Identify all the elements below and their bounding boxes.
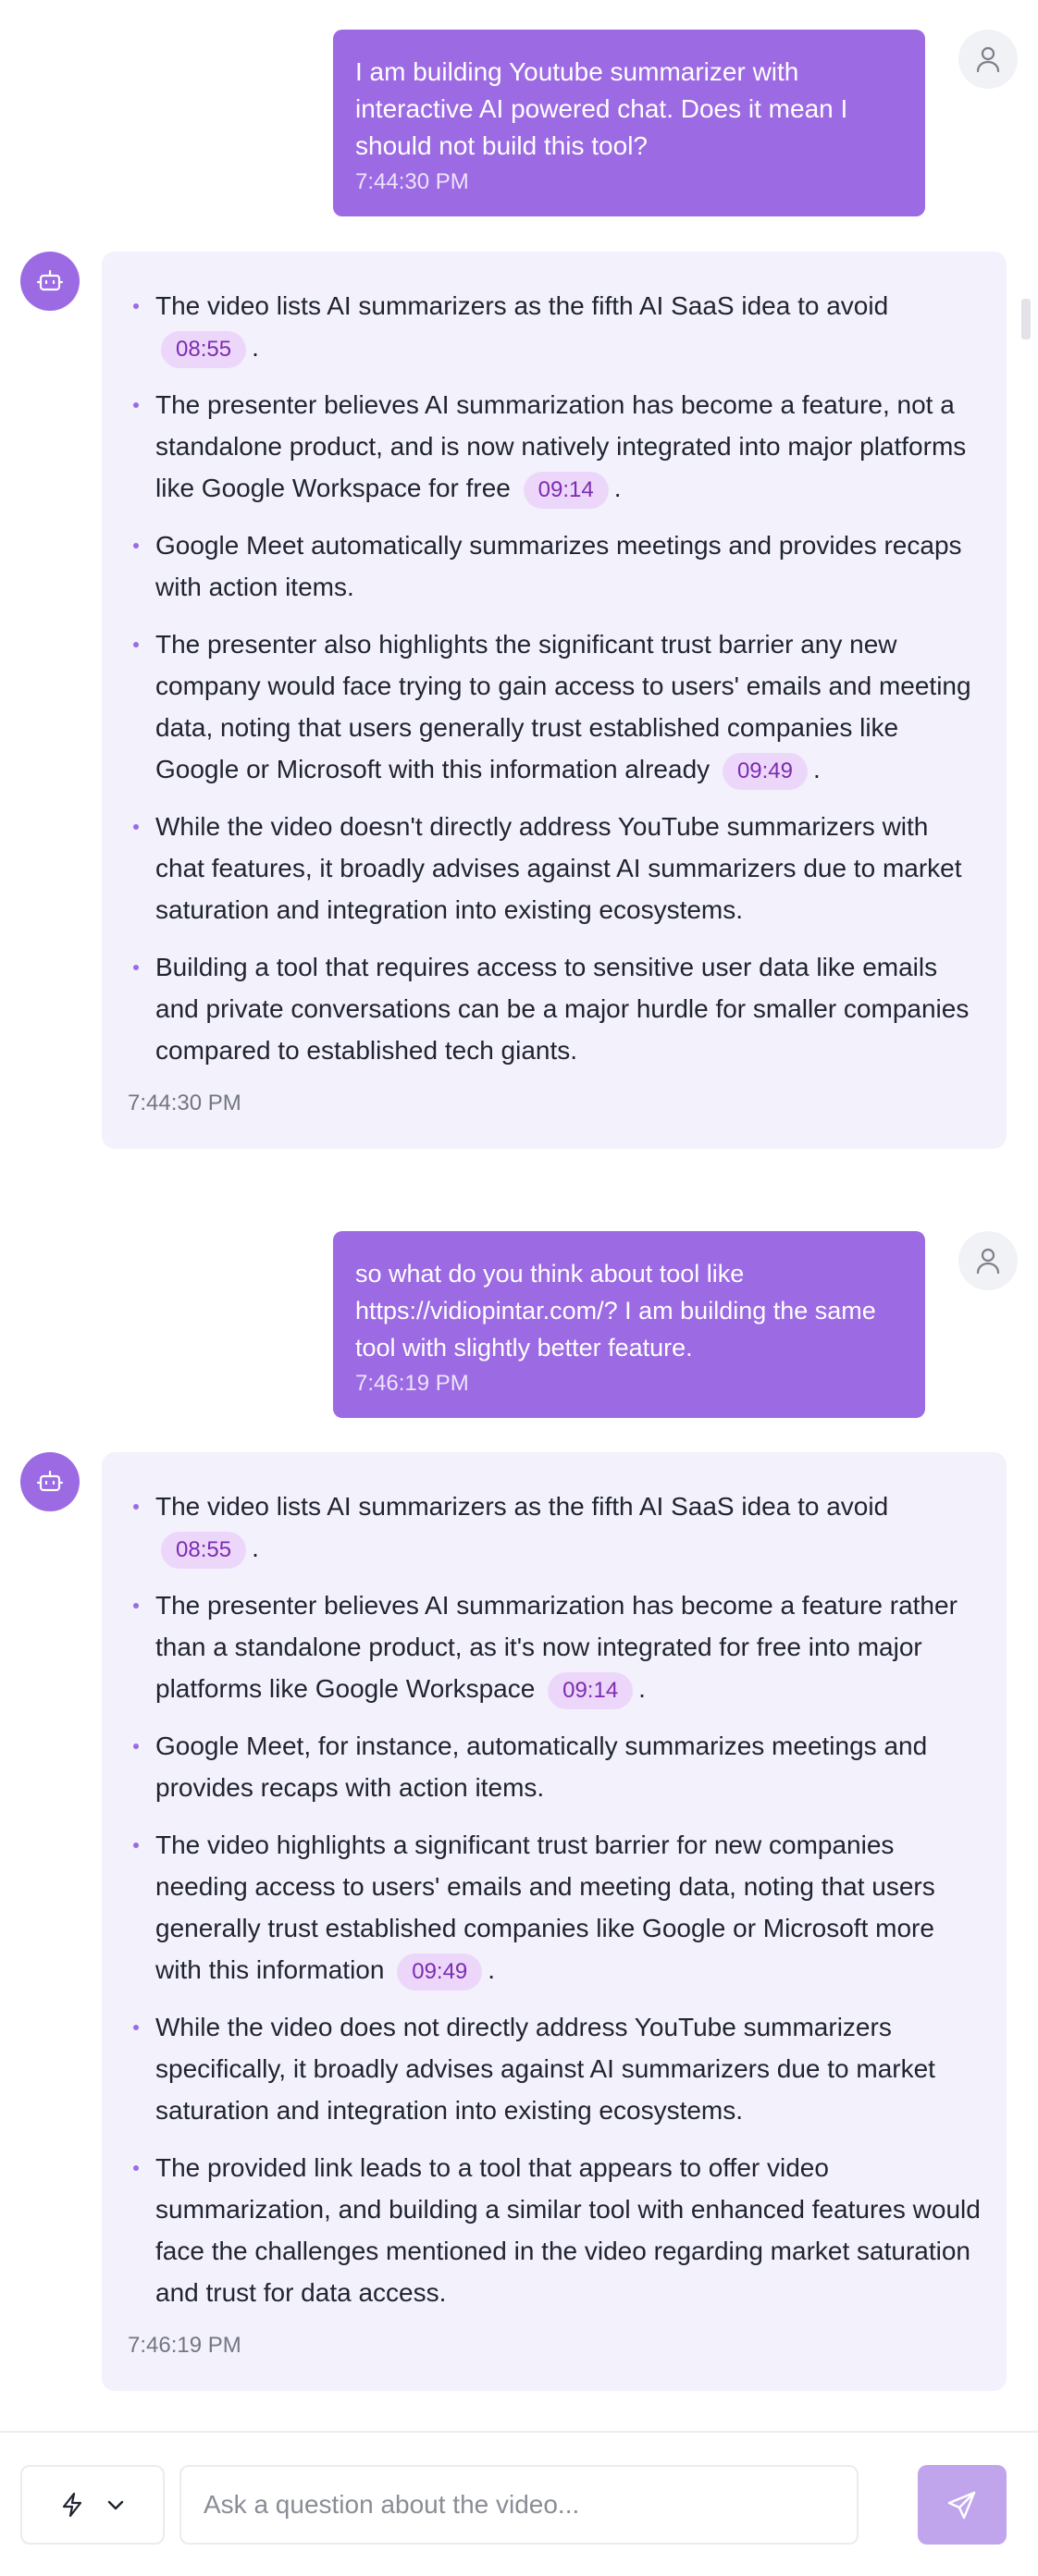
bullet-item: The video lists AI summarizers as the fi…: [128, 285, 981, 368]
bullet-item: Google Meet, for instance, automatically…: [128, 1725, 981, 1808]
timestamp-chip[interactable]: 09:14: [548, 1672, 634, 1709]
user-message-text: so what do you think about tool like htt…: [355, 1260, 876, 1362]
bullet-item: While the video doesn't directly address…: [128, 806, 981, 931]
message-time: 7:46:19 PM: [128, 2333, 241, 2358]
message-time: 7:44:30 PM: [355, 169, 469, 194]
bullet-item: The video highlights a significant trust…: [128, 1824, 981, 1991]
chat-input-bar: [0, 2431, 1038, 2576]
bullet-item: The presenter believes AI summarization …: [128, 1584, 981, 1709]
timestamp-chip[interactable]: 08:55: [161, 1532, 247, 1569]
bullet-item: The presenter also highlights the signif…: [128, 623, 981, 790]
bullet-item: The provided link leads to a tool that a…: [128, 2147, 981, 2313]
message-time: 7:44:30 PM: [128, 1091, 241, 1115]
chevron-down-icon: [107, 2500, 124, 2510]
user-avatar: [958, 30, 1018, 89]
bot-icon: [36, 1470, 64, 1492]
user-message-bubble: so what do you think about tool like htt…: [333, 1231, 925, 1418]
message-time: 7:46:19 PM: [355, 1371, 469, 1396]
chat-thread: I am building Youtube summarizer with in…: [0, 0, 1038, 2431]
bullet-item: Building a tool that requires access to …: [128, 946, 981, 1071]
scrollbar-thumb[interactable]: [1021, 299, 1031, 339]
bullet-item: Google Meet automatically summarizes mee…: [128, 524, 981, 608]
timestamp-chip[interactable]: 09:49: [397, 1954, 483, 1991]
send-icon: [947, 2491, 976, 2520]
bot-avatar: [20, 1452, 80, 1511]
ask-question-input[interactable]: [179, 2465, 859, 2545]
assistant-message-bubble: The video lists AI summarizers as the fi…: [102, 252, 1007, 1149]
timestamp-chip[interactable]: 09:49: [722, 753, 808, 790]
assistant-bullet-list: The video lists AI summarizers as the fi…: [128, 285, 981, 1071]
user-icon: [976, 1248, 1000, 1275]
assistant-message-bubble: The video lists AI summarizers as the fi…: [102, 1452, 1007, 2391]
send-button[interactable]: [918, 2465, 1007, 2545]
bullet-item: While the video does not directly addres…: [128, 2006, 981, 2131]
timestamp-chip[interactable]: 09:14: [523, 472, 609, 509]
bullet-item: The video lists AI summarizers as the fi…: [128, 1485, 981, 1569]
user-message-bubble: I am building Youtube summarizer with in…: [333, 30, 925, 216]
assistant-bullet-list: The video lists AI summarizers as the fi…: [128, 1485, 981, 2313]
mode-selector-button[interactable]: [20, 2465, 165, 2545]
lightning-icon: [62, 2492, 82, 2518]
bullet-item: The presenter believes AI summarization …: [128, 384, 981, 509]
user-avatar: [958, 1231, 1018, 1290]
user-icon: [976, 46, 1000, 73]
timestamp-chip[interactable]: 08:55: [161, 331, 247, 368]
bot-avatar: [20, 252, 80, 311]
bot-icon: [36, 269, 64, 291]
user-message-text: I am building Youtube summarizer with in…: [355, 57, 848, 160]
